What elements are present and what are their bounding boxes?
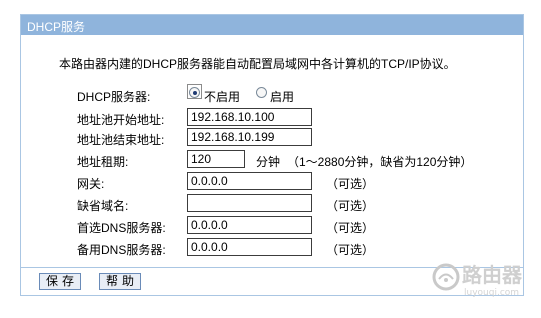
help-button[interactable]: 帮助 [99, 273, 141, 290]
start-address-row: 地址池开始地址: 192.168.10.100 [21, 108, 523, 128]
dhcp-server-label: DHCP服务器: [77, 90, 151, 104]
dns1-label: 首选DNS服务器: [77, 221, 166, 235]
radio-disable[interactable] [189, 87, 200, 98]
watermark-logo: 路由器 luyouqi.com [432, 240, 530, 302]
dns1-row: 首选DNS服务器: 0.0.0.0 （可选） [21, 216, 523, 236]
domain-hint: （可选） [326, 199, 375, 213]
dns2-label: 备用DNS服务器: [77, 243, 166, 257]
end-address-label: 地址池结束地址: [77, 133, 165, 147]
lease-hint: （1～2880分钟，缺省为120分钟） [287, 155, 473, 169]
dns1-input[interactable]: 0.0.0.0 [187, 216, 312, 234]
radio-enable[interactable] [256, 87, 267, 98]
panel-titlebar: DHCP服务 [21, 15, 523, 35]
lease-row: 地址租期: 120 分钟 （1～2880分钟，缺省为120分钟） [21, 150, 523, 170]
svg-text:luyouqi.com: luyouqi.com [464, 288, 519, 298]
domain-label: 缺省域名: [77, 199, 129, 213]
lease-input[interactable]: 120 [187, 150, 245, 168]
domain-input[interactable] [187, 194, 312, 212]
dns1-hint: （可选） [326, 221, 375, 235]
svg-text:路由器: 路由器 [462, 263, 523, 287]
end-address-input[interactable]: 192.168.10.199 [187, 128, 312, 146]
panel-title: DHCP服务 [27, 20, 86, 34]
panel-description: 本路由器内建的DHCP服务器能自动配置局域网中各计算机的TCP/IP协议。 [59, 57, 456, 71]
dns2-input[interactable]: 0.0.0.0 [187, 238, 312, 256]
dhcp-server-row: DHCP服务器: 不启用 启用 [21, 84, 523, 105]
radio-enable-label: 启用 [270, 90, 295, 104]
router-logo-icon: 路由器 luyouqi.com [432, 263, 523, 298]
gateway-label: 网关: [77, 177, 105, 191]
radio-disable-label: 不启用 [204, 90, 241, 104]
domain-row: 缺省域名: （可选） [21, 194, 523, 214]
start-address-input[interactable]: 192.168.10.100 [187, 108, 312, 126]
save-button[interactable]: 保存 [39, 273, 81, 290]
gateway-input[interactable]: 0.0.0.0 [187, 172, 312, 190]
lease-label: 地址租期: [77, 155, 129, 169]
dns2-hint: （可选） [326, 243, 375, 257]
gateway-row: 网关: 0.0.0.0 （可选） [21, 172, 523, 192]
lease-unit: 分钟 [256, 155, 281, 169]
end-address-row: 地址池结束地址: 192.168.10.199 [21, 128, 523, 148]
gateway-hint: （可选） [326, 177, 375, 191]
start-address-label: 地址池开始地址: [77, 113, 165, 127]
